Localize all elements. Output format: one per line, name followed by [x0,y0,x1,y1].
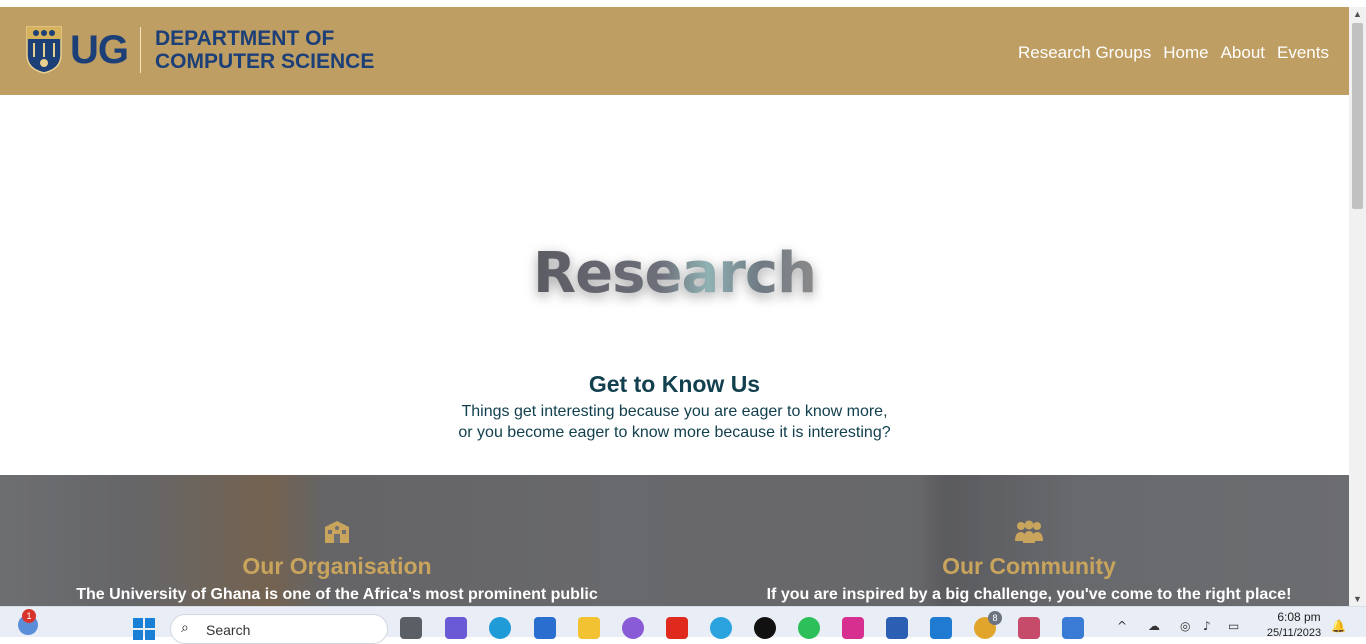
pinned-app-icon[interactable] [1062,617,1084,639]
dept-line-1: DEPARTMENT OF [155,27,335,50]
organisation-column: Our Organisation The University of Ghana… [0,519,674,604]
youtube-icon[interactable] [666,617,688,639]
word-icon[interactable] [886,617,908,639]
scroll-down-icon[interactable]: ▼ [1349,592,1366,606]
site-logo[interactable]: UG DEPARTMENT OF COMPUTER SCIENCE [24,25,374,75]
community-text: If you are inspired by a big challenge, … [766,586,1292,603]
globe-icon[interactable]: ◎ [1180,619,1190,633]
scroll-up-icon[interactable]: ▲ [1349,7,1366,21]
school-icon [325,521,349,543]
dept-line-2: COMPUTER SCIENCE [155,50,375,73]
vscode-icon[interactable] [930,617,952,639]
chevron-up-icon[interactable]: ^ [1117,619,1127,633]
intro-line-2: or you become eager to know more because… [458,424,891,441]
organisation-text: The University of Ghana is one of the Af… [76,586,598,603]
page-scrollbar[interactable]: ▲ ▼ [1349,7,1366,606]
people-group-icon [1015,520,1043,543]
nav-research-groups[interactable]: Research Groups [1018,43,1151,63]
file-explorer-icon[interactable] [578,617,600,639]
main-nav: Research Groups Home About Events [1018,43,1329,63]
instagram-icon[interactable] [842,617,864,639]
clock-date[interactable]: 25/11/2023 [1262,627,1326,639]
department-name: DEPARTMENT OF COMPUTER SCIENCE [155,27,374,73]
notification-bell-icon[interactable]: 🔔 [1331,619,1346,633]
copilot-icon[interactable] [622,617,644,639]
ug-logo-text: UG [70,27,129,72]
nav-home[interactable]: Home [1163,43,1208,63]
hero-word: Research [533,241,817,306]
search-icon: ⌕ [181,620,189,636]
intro-line-1: Things get interesting because you are e… [461,403,888,420]
notification-badge: 1 [22,609,36,623]
about-section: Our Organisation The University of Ghana… [0,475,1349,606]
scrollbar-thumb[interactable] [1352,23,1363,209]
whatsapp-icon[interactable] [798,617,820,639]
battery-icon[interactable]: ▭ [1228,619,1239,633]
nav-about[interactable]: About [1221,43,1265,63]
volume-icon[interactable]: ♪ [1203,619,1211,633]
hero-heading: Research [0,241,1349,306]
chrome-badge: 8 [988,611,1002,625]
task-view-icon[interactable] [400,617,422,639]
windows-logo-tile [133,630,143,640]
logo-divider [140,27,141,73]
teams-icon[interactable] [445,617,467,639]
windows-taskbar: 1 ⌕ Search 8 ^ ☁ ◎ ♪ ▭ 6:08 pm 25/11/202… [0,606,1366,644]
web-page: UG DEPARTMENT OF COMPUTER SCIENCE Resear… [0,7,1349,606]
telegram-icon[interactable] [710,617,732,639]
windows-logo-tile [145,618,155,628]
onedrive-icon[interactable]: ☁ [1148,619,1160,633]
search-label: Search [206,622,251,638]
community-title: Our Community [942,553,1116,579]
clock-time[interactable]: 6:08 pm [1271,610,1327,624]
windows-logo-tile [145,630,155,640]
site-header: UG DEPARTMENT OF COMPUTER SCIENCE Resear… [0,7,1349,95]
ug-crest-icon [26,26,62,74]
community-column: Our Community If you are inspired by a b… [692,519,1349,604]
browser-top-edge [0,0,1366,7]
nav-events[interactable]: Events [1277,43,1329,63]
windows-logo-tile [133,618,143,628]
tiktok-icon[interactable] [754,617,776,639]
edge-icon[interactable] [489,617,511,639]
store-icon[interactable] [534,617,556,639]
snipping-tool-icon[interactable] [1018,617,1040,639]
intro-title: Get to Know Us [588,371,761,397]
taskbar-search[interactable]: ⌕ Search [170,614,388,644]
organisation-title: Our Organisation [242,553,432,579]
